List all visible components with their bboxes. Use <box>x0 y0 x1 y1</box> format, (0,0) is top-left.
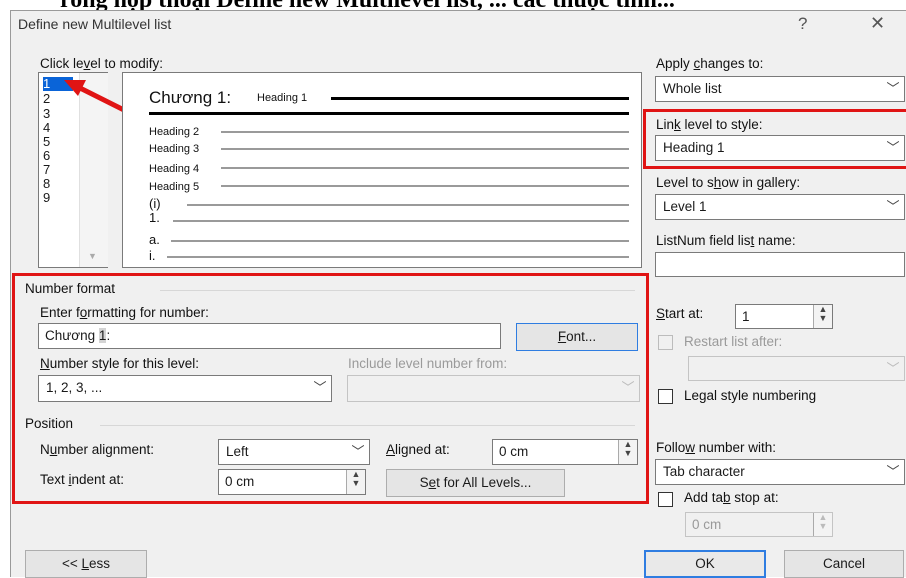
highlight-box <box>12 273 649 504</box>
tab-stop-value: 0 cm <box>692 517 722 532</box>
level-item-8[interactable]: 8 <box>43 177 79 191</box>
preview-row: 1. <box>149 210 160 225</box>
preview-line <box>167 256 629 258</box>
chevron-down-icon: ﹀ <box>886 81 900 96</box>
preview-row: i. <box>149 248 156 263</box>
ok-button[interactable]: OK <box>644 550 766 578</box>
chevron-down-icon: ﹀ <box>886 199 900 214</box>
level-item-6[interactable]: 6 <box>43 149 79 163</box>
level-item-9[interactable]: 9 <box>43 191 79 205</box>
level-item-4[interactable]: 4 <box>43 121 79 135</box>
restart-label: Restart list after: <box>684 334 783 349</box>
help-button[interactable]: ? <box>798 14 807 34</box>
preview-line <box>221 148 629 150</box>
start-at-label: Start at: <box>656 306 704 321</box>
preview-row: Heading 3 <box>149 143 200 155</box>
close-icon[interactable]: ✕ <box>870 13 885 34</box>
chevron-down-icon: ﹀ <box>886 464 900 479</box>
preview-line <box>149 112 629 115</box>
apply-select[interactable]: Whole list ﹀ <box>655 76 905 102</box>
restart-select[interactable]: ﹀ <box>688 356 905 381</box>
tab-stop-checkbox[interactable] <box>658 492 673 507</box>
preview-line <box>171 240 629 242</box>
tab-stop-stepper[interactable]: 0 cm ▲ ▼ <box>685 512 833 537</box>
apply-label: Apply changes to: <box>656 56 764 71</box>
preview-pane: Chương 1: Heading 1 Heading 2 Heading 3 … <box>122 72 642 268</box>
apply-value: Whole list <box>663 81 722 96</box>
start-at-stepper[interactable]: 1 ▲ ▼ <box>735 304 833 329</box>
tab-stop-label: Add tab stop at: <box>684 490 779 505</box>
preview-row: (i) <box>149 196 161 211</box>
preview-row: a. <box>149 232 160 247</box>
listnum-label: ListNum field list name: <box>656 233 796 248</box>
preview-line <box>173 220 629 222</box>
follow-label: Follow number with: <box>656 440 777 455</box>
cancel-button[interactable]: Cancel <box>784 550 904 578</box>
legal-numbering-checkbox[interactable] <box>658 389 673 404</box>
start-at-value: 1 <box>742 309 750 324</box>
preview-line <box>331 97 629 100</box>
preview-row: Heading 4 <box>149 163 200 175</box>
level-item-5[interactable]: 5 <box>43 135 79 149</box>
listnum-input[interactable] <box>655 252 905 277</box>
highlight-box <box>643 109 906 169</box>
preview-line <box>221 167 629 169</box>
gallery-select[interactable]: Level 1 ﹀ <box>655 194 905 220</box>
preview-line <box>221 185 629 187</box>
preview-level1-heading: Heading 1 <box>257 92 308 104</box>
follow-value: Tab character <box>663 464 745 479</box>
level-item-7[interactable]: 7 <box>43 163 79 177</box>
spinner-icon[interactable]: ▲ ▼ <box>813 513 832 536</box>
less-button[interactable]: << Less <box>25 550 147 578</box>
chevron-down-icon: ﹀ <box>886 361 900 376</box>
legal-numbering-label: Legal style numbering <box>684 388 817 403</box>
spinner-icon[interactable]: ▲ ▼ <box>813 305 832 328</box>
follow-select[interactable]: Tab character ﹀ <box>655 459 905 485</box>
preview-level1-prefix: Chương 1: <box>149 88 232 107</box>
gallery-value: Level 1 <box>663 199 707 214</box>
preview-line <box>221 131 629 133</box>
preview-row: Heading 2 <box>149 126 200 138</box>
levels-label: Click level to modify: <box>40 56 164 71</box>
preview-line <box>187 204 629 206</box>
dialog-title: Define new Multilevel list <box>18 16 172 32</box>
preview-row: Heading 5 <box>149 181 200 193</box>
gallery-label: Level to show in gallery: <box>656 175 801 190</box>
scroll-down-icon[interactable]: ▼ <box>88 251 97 261</box>
restart-checkbox[interactable] <box>658 335 673 350</box>
